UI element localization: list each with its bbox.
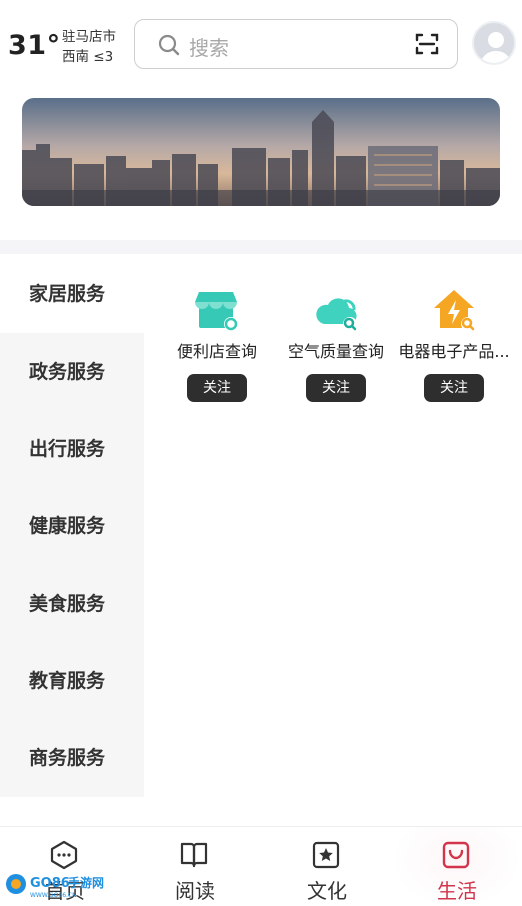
bag-icon bbox=[440, 839, 472, 875]
follow-button[interactable]: 关注 bbox=[424, 374, 484, 402]
category-sidebar: 家居服务 政务服务 出行服务 健康服务 美食服务 教育服务 商务服务 bbox=[0, 255, 144, 797]
category-business-service[interactable]: 商务服务 bbox=[0, 719, 144, 797]
scan-icon[interactable] bbox=[415, 32, 439, 60]
weather-location[interactable]: 驻马店市 西南 ≤3 bbox=[62, 27, 116, 67]
category-travel-service[interactable]: 出行服务 bbox=[0, 410, 144, 488]
top-header: 31° 驻马店市 西南 ≤3 搜索 bbox=[0, 0, 522, 90]
svg-text:GO86: GO86 bbox=[30, 876, 70, 891]
section-divider bbox=[0, 240, 522, 254]
tab-culture[interactable]: 文化 bbox=[262, 827, 392, 906]
category-health-service[interactable]: 健康服务 bbox=[0, 487, 144, 565]
service-item-store[interactable]: 便利店查询 关注 bbox=[157, 286, 277, 402]
category-education-service[interactable]: 教育服务 bbox=[0, 642, 144, 720]
tab-read[interactable]: 阅读 bbox=[130, 827, 260, 906]
cloud-search-icon bbox=[312, 286, 360, 334]
service-name: 电器电子产品... bbox=[398, 342, 510, 361]
tab-life[interactable]: 生活 bbox=[392, 827, 522, 906]
follow-button[interactable]: 关注 bbox=[187, 374, 247, 402]
tab-life-label: 生活 bbox=[437, 879, 477, 903]
book-icon bbox=[178, 839, 210, 875]
service-name: 空气质量查询 bbox=[287, 342, 384, 361]
city-name: 驻马店市 bbox=[62, 29, 116, 45]
city-banner-image[interactable] bbox=[22, 98, 500, 206]
search-icon bbox=[157, 33, 181, 61]
follow-button[interactable]: 关注 bbox=[306, 374, 366, 402]
store-icon bbox=[193, 286, 241, 334]
svg-text:手游网: 手游网 bbox=[68, 875, 104, 890]
star-box-icon bbox=[310, 839, 342, 875]
category-home-service[interactable]: 家居服务 bbox=[0, 255, 144, 333]
user-avatar[interactable] bbox=[472, 21, 516, 65]
category-government-service[interactable]: 政务服务 bbox=[0, 333, 144, 411]
tab-culture-label: 文化 bbox=[307, 879, 347, 903]
service-item-electronics[interactable]: 电器电子产品... 关注 bbox=[394, 286, 514, 402]
wind-info: 西南 ≤3 bbox=[62, 49, 114, 65]
category-food-service[interactable]: 美食服务 bbox=[0, 565, 144, 643]
svg-text:WWW.GO86.CN: WWW.GO86.CN bbox=[30, 892, 77, 899]
temperature[interactable]: 31° bbox=[8, 30, 61, 61]
watermark-logo: GO86 手游网 WWW.GO86.CN bbox=[4, 870, 108, 904]
tab-read-label: 阅读 bbox=[175, 879, 215, 903]
search-placeholder: 搜索 bbox=[189, 36, 229, 60]
home-power-icon bbox=[430, 286, 478, 334]
service-item-air-quality[interactable]: 空气质量查询 关注 bbox=[276, 286, 396, 402]
service-name: 便利店查询 bbox=[176, 342, 257, 361]
search-bar[interactable]: 搜索 bbox=[134, 19, 458, 69]
